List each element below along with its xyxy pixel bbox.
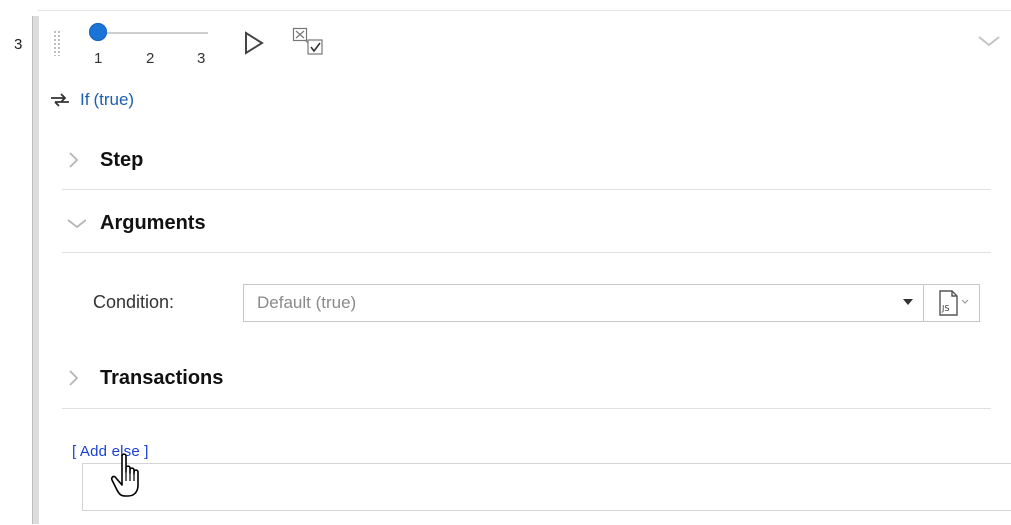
slider-label-3: 3 <box>197 50 206 67</box>
section-step-header[interactable]: Step <box>62 130 991 190</box>
section-step-label: Step <box>100 148 144 171</box>
slider-thumb[interactable] <box>89 23 107 41</box>
dropdown-arrow-icon <box>903 299 913 305</box>
section-transactions-label: Transactions <box>100 366 224 389</box>
section-divider <box>62 252 991 253</box>
transactions-toggle-button[interactable] <box>292 27 326 57</box>
if-keyword: If <box>80 90 90 109</box>
section-divider <box>62 408 991 409</box>
svg-text:JS: JS <box>941 304 949 313</box>
chevron-down-icon <box>67 219 86 229</box>
step-number: 3 <box>14 36 23 53</box>
swap-arrows-icon <box>51 93 69 107</box>
drag-handle[interactable] <box>53 30 61 56</box>
script-editor-button[interactable]: JS <box>924 284 980 322</box>
section-divider <box>62 189 991 190</box>
chevron-down-icon <box>978 36 1000 47</box>
js-script-icon: JS <box>938 290 968 316</box>
condition-select[interactable]: Default (true) <box>243 284 924 322</box>
condition-label: Condition: <box>93 292 175 312</box>
section-arguments-label: Arguments <box>100 211 206 234</box>
if-row[interactable]: If (true) <box>50 88 134 112</box>
slider-track[interactable] <box>98 32 208 34</box>
collapse-step-button[interactable] <box>975 32 1003 50</box>
play-icon <box>245 31 264 55</box>
section-arguments-header[interactable]: Arguments <box>62 193 991 253</box>
chevron-right-icon <box>69 370 79 386</box>
section-transactions-header[interactable]: Transactions <box>62 348 991 408</box>
step-panel <box>38 10 1011 525</box>
slider-label-2: 2 <box>146 50 155 67</box>
else-drop-area[interactable] <box>82 463 1011 511</box>
transactions-checkbox-icon <box>292 27 323 55</box>
condition-value: Default (true) <box>257 293 357 312</box>
hand-cursor-icon <box>111 453 139 497</box>
chevron-right-icon <box>69 152 79 168</box>
slider-label-1: 1 <box>94 50 103 67</box>
if-condition-link[interactable]: (true) <box>93 90 134 110</box>
play-button[interactable] <box>243 30 265 56</box>
